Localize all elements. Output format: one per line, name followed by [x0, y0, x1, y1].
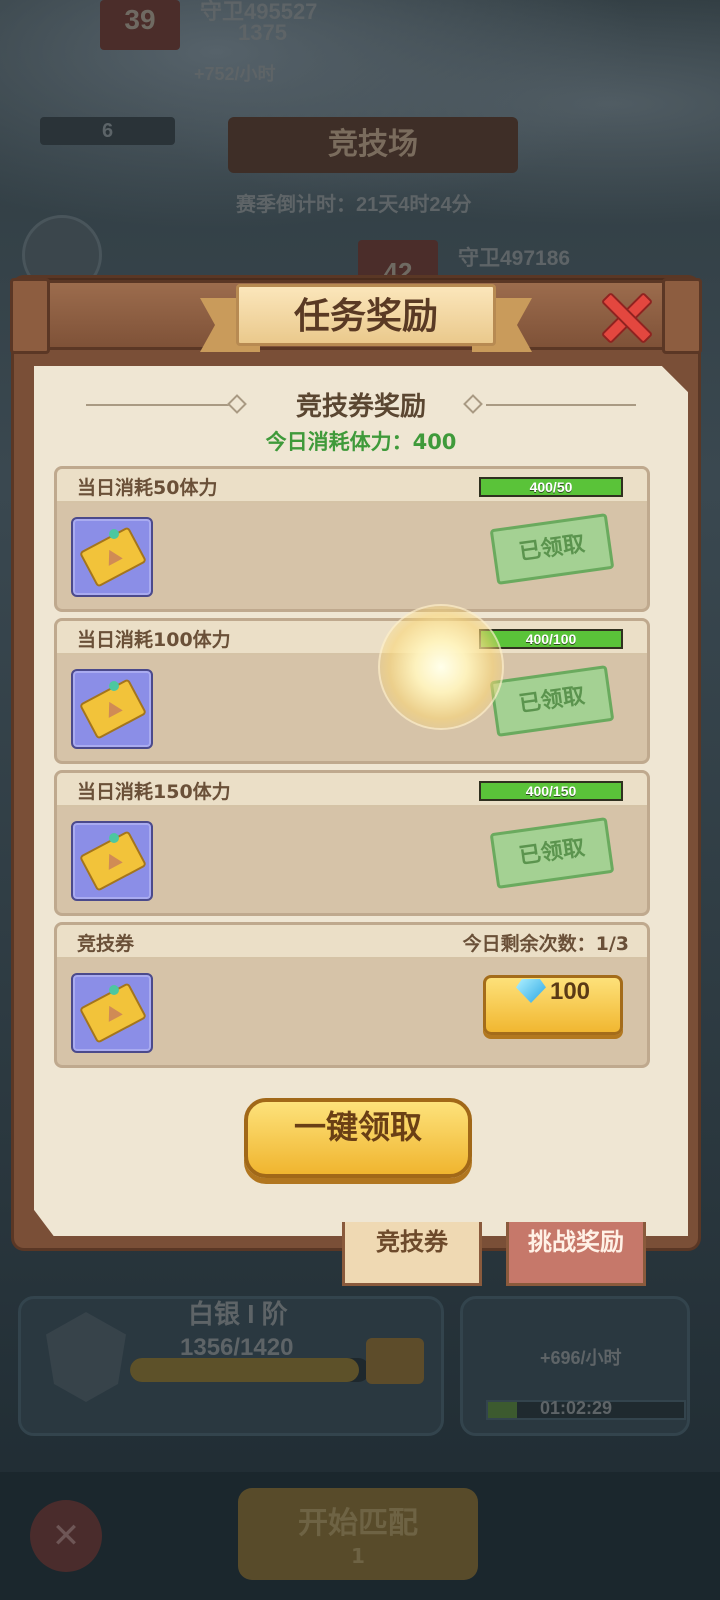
arena-ticket-icon — [71, 517, 153, 597]
income-timer: 01:02:29 — [540, 1398, 613, 1418]
arena-ticket-icon — [71, 821, 153, 901]
buy-ticket-name: 竞技券 — [77, 933, 135, 955]
task-name: 当日消耗100体力 — [77, 629, 231, 651]
rank-badge-top: 39 — [100, 0, 180, 50]
arena-title-banner: 竞技场 — [228, 117, 518, 173]
chest-icon — [366, 1338, 424, 1384]
task-progress-bar: 400/100 — [479, 629, 623, 649]
task-progress-text: 400/150 — [525, 783, 577, 799]
claimed-stamp: 已领取 — [489, 817, 615, 889]
task-row: 当日消耗150体力 400/150 已领取 — [54, 770, 650, 916]
season-countdown: 赛季倒计时：21天4时24分 — [236, 194, 472, 216]
task-progress-bar: 400/50 — [479, 477, 623, 497]
title-ribbon: 任务奖励 — [200, 284, 532, 358]
arena-ticket-icon — [71, 973, 153, 1053]
tier-progress-text: 1356/1420 — [180, 1334, 294, 1361]
task-name: 当日消耗50体力 — [77, 477, 218, 499]
claimed-stamp: 已领取 — [489, 665, 615, 737]
tier-name: 白银 I 阶 — [188, 1299, 288, 1329]
task-list[interactable]: 当日消耗50体力 400/50 已领取 当日消耗100体力 400/100 已领… — [34, 366, 688, 1070]
task-row: 当日消耗100体力 400/100 已领取 — [54, 618, 650, 764]
buy-with-gems-button[interactable]: 100 — [483, 975, 623, 1035]
claim-all-button[interactable]: 一键领取 — [244, 1098, 472, 1178]
income-rate-bottom: +696/小时 — [540, 1348, 622, 1368]
task-row: 当日消耗50体力 400/50 已领取 — [54, 466, 650, 612]
task-progress-text: 400/100 — [525, 631, 577, 647]
diamond-icon — [515, 979, 546, 1003]
claimed-stamp: 已领取 — [489, 513, 615, 585]
tab-arena-ticket[interactable]: 竞技券 — [342, 1222, 482, 1286]
start-match-button: 开始匹配 1 — [238, 1488, 478, 1580]
task-progress-text: 400/50 — [529, 479, 573, 495]
player-name-second: 守卫497186 — [458, 247, 571, 270]
income-rate-top: +752/小时 — [194, 64, 276, 84]
left-count-strip: 6 — [40, 117, 175, 145]
player-power-top: 1375 — [238, 20, 287, 45]
buy-ticket-row: 竞技券 今日剩余次数：1/3 100 — [54, 922, 650, 1068]
start-match-label: 开始匹配 — [298, 1506, 418, 1541]
frame-post-left — [10, 278, 50, 354]
frame-post-right — [662, 278, 702, 354]
close-button[interactable] — [600, 291, 654, 345]
arena-ticket-icon — [71, 669, 153, 749]
start-match-cost: 1 — [351, 1544, 365, 1568]
dialog-paper: 竞技券奖励 今日消耗体力：400 当日消耗50体力 400/50 已领取 当日消… — [34, 366, 688, 1236]
timer-bar-fill — [488, 1402, 518, 1418]
tap-glow-effect — [380, 606, 502, 728]
swords-icon: ✕ — [30, 1500, 102, 1572]
dialog-title: 任务奖励 — [236, 284, 496, 346]
remaining-count: 今日剩余次数：1/3 — [462, 933, 629, 955]
gem-price: 100 — [549, 978, 591, 1005]
tab-challenge-rewards[interactable]: 挑战奖励 — [506, 1222, 646, 1286]
task-reward-dialog: 任务奖励 竞技券奖励 今日消耗体力：400 当日消耗50体力 400/50 已领… — [10, 278, 702, 1248]
task-name: 当日消耗150体力 — [77, 781, 231, 803]
task-progress-bar: 400/150 — [479, 781, 623, 801]
